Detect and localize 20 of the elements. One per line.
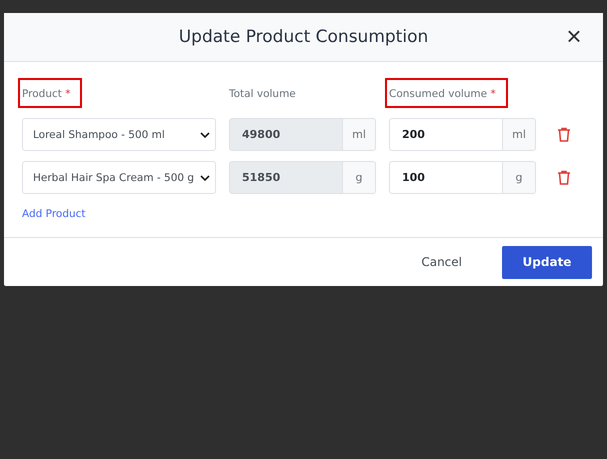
- unit-label: g: [343, 161, 376, 194]
- input-field[interactable]: 49800: [229, 118, 343, 151]
- field-label: Total volume: [228, 87, 297, 102]
- close-button[interactable]: ×: [563, 25, 585, 47]
- unit-label: g: [503, 161, 536, 194]
- dialog-title: Update Product Consumption: [178, 27, 428, 47]
- product-select[interactable]: Herbal Hair Spa Cream - 500 g: [22, 161, 216, 194]
- input-field[interactable]: 100: [389, 161, 503, 194]
- add-product-link[interactable]: Add Product: [22, 208, 86, 220]
- update-button[interactable]: Update: [502, 246, 592, 278]
- field-label: Consumed volume *: [385, 78, 508, 108]
- cancel-button[interactable]: Cancel: [415, 254, 468, 270]
- unit-label: ml: [343, 118, 376, 151]
- field-label: Product *: [18, 78, 82, 108]
- trash-icon: [557, 127, 571, 142]
- product-select[interactable]: Loreal Shampoo - 500 ml: [22, 118, 216, 151]
- input-field[interactable]: 200: [389, 118, 503, 151]
- unit-label: ml: [503, 118, 536, 151]
- trash-icon: [557, 170, 571, 185]
- input-field[interactable]: 51850: [229, 161, 343, 194]
